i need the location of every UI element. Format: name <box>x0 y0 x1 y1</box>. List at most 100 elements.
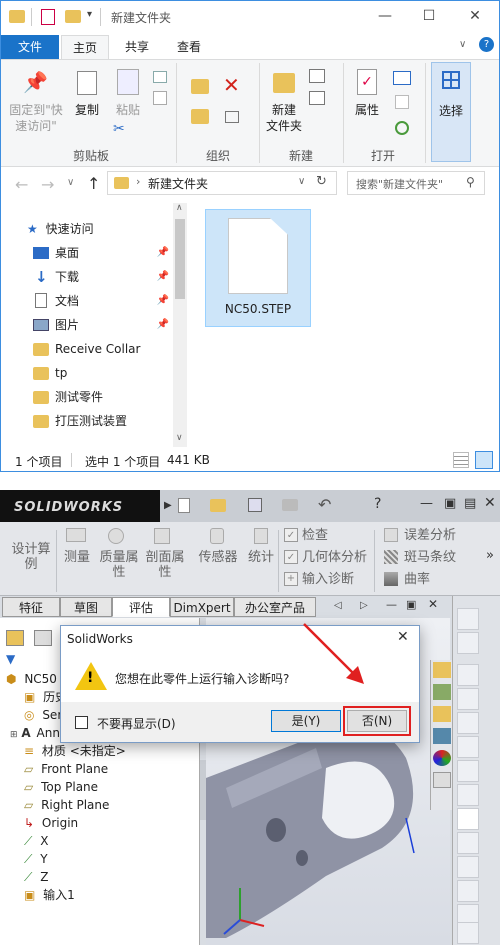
tree-item-y[interactable]: ⟋ Y <box>24 850 48 868</box>
section-properties-button[interactable]: 剖面属 性 <box>144 550 186 580</box>
line-icon[interactable] <box>457 664 479 686</box>
tab-home[interactable]: 主页 <box>61 35 109 59</box>
view-palette-icon[interactable] <box>433 728 451 744</box>
file-item[interactable]: NC50.STEP <box>205 209 311 327</box>
nav-item-receive-collar[interactable]: Receive Collar <box>33 337 173 361</box>
measure-button[interactable]: 测量 <box>60 550 94 565</box>
nav-item-documents[interactable]: 文档 📌 <box>33 289 169 313</box>
file-explorer-icon[interactable] <box>433 706 451 722</box>
point-icon[interactable] <box>457 880 479 902</box>
nav-item-pictures[interactable]: 图片 📌 <box>33 313 169 337</box>
nav-scrollbar[interactable]: ∧ ∨ <box>173 203 187 447</box>
tag-icon[interactable] <box>457 632 479 654</box>
cut-icon[interactable]: ✂ <box>113 121 125 137</box>
quick-access-dropdown[interactable]: ▾ <box>87 9 92 20</box>
sw-minimize-button[interactable]: — <box>420 496 433 511</box>
tree-item-z[interactable]: ⟋ Z <box>24 868 48 886</box>
help-icon[interactable]: ? <box>374 496 381 512</box>
scroll-thumb[interactable] <box>175 219 185 299</box>
large-icons-view-icon[interactable] <box>475 451 493 469</box>
tab-features[interactable]: 特征 <box>2 597 60 617</box>
geometry-analysis-button[interactable]: 几何体分析 <box>302 550 367 565</box>
tab-evaluate[interactable]: 评估 <box>112 597 170 617</box>
minimize-button[interactable]: — <box>363 1 407 33</box>
feature-tree-tab-icon[interactable] <box>6 630 24 646</box>
home-icon[interactable] <box>433 662 451 678</box>
statistics-button[interactable]: 统计 <box>244 550 278 565</box>
up-button[interactable]: ↑ <box>87 174 100 193</box>
circle-icon[interactable] <box>457 736 479 758</box>
tab-view[interactable]: 查看 <box>165 35 213 59</box>
polygon-icon[interactable] <box>457 856 479 878</box>
copy-path-icon[interactable] <box>153 71 167 83</box>
recent-dropdown[interactable]: ∨ <box>67 177 74 188</box>
dont-show-again-label[interactable]: 不要再显示(D) <box>97 715 176 732</box>
no-button-face[interactable]: 否(N) <box>347 710 407 732</box>
nav-item-tp[interactable]: tp <box>33 361 173 385</box>
properties-button[interactable]: 属性 <box>349 102 385 118</box>
paste-shortcut-icon[interactable] <box>153 91 167 105</box>
tree-root[interactable]: ⬢ NC50 <box>6 670 57 688</box>
scroll-up-arrow[interactable]: ∧ <box>176 203 183 213</box>
tree-item-top-plane[interactable]: ▱ Top Plane <box>24 778 98 796</box>
dont-show-again-checkbox[interactable] <box>75 716 88 729</box>
deviation-analysis-button[interactable]: 误差分析 <box>404 528 456 543</box>
appearance-icon[interactable] <box>433 750 451 766</box>
tab-sketch[interactable]: 草图 <box>60 597 112 617</box>
address-dropdown[interactable]: ∨ <box>298 176 305 187</box>
zebra-stripes-button[interactable]: 斑马条纹 <box>404 550 456 565</box>
details-view-icon[interactable] <box>453 452 469 468</box>
design-study-button[interactable]: 设计算 例 <box>6 542 56 572</box>
fillet-icon[interactable] <box>457 832 479 854</box>
arc-icon[interactable] <box>457 760 479 782</box>
tab-dimxpert[interactable]: DimXpert <box>170 597 234 617</box>
smart-dimension-icon[interactable] <box>457 608 479 630</box>
rectangle-icon[interactable] <box>457 688 479 710</box>
tab-scroll-left[interactable]: ◁ <box>334 600 342 611</box>
tree-item-origin[interactable]: ↳ Origin <box>24 814 78 832</box>
property-tab-icon[interactable] <box>34 630 52 646</box>
doc-close[interactable]: ✕ <box>428 597 438 611</box>
ellipse-icon[interactable] <box>457 808 479 830</box>
paste-button[interactable]: 粘贴 <box>109 102 147 118</box>
tab-share[interactable]: 共享 <box>113 35 161 59</box>
rename-icon[interactable] <box>225 111 239 123</box>
back-button[interactable]: ← <box>15 175 28 194</box>
scroll-down-arrow[interactable]: ∨ <box>176 433 183 443</box>
text-icon[interactable] <box>457 922 479 944</box>
tree-item-material[interactable]: ≡ 材质 <未指定> <box>24 742 126 760</box>
sw-tile-button[interactable]: ▤ <box>464 496 476 511</box>
copy-to-icon[interactable] <box>191 109 209 124</box>
history-icon[interactable] <box>395 121 409 135</box>
help-icon[interactable]: ? <box>479 37 494 52</box>
sw-close-button[interactable]: ✕ <box>484 495 496 511</box>
copy-button[interactable]: 复制 <box>69 102 105 118</box>
library-icon[interactable] <box>433 684 451 700</box>
maximize-button[interactable]: ☐ <box>407 1 451 33</box>
yes-button[interactable]: 是(Y) <box>271 710 341 732</box>
open-folder-icon[interactable] <box>210 499 226 512</box>
new-folder-quick-icon[interactable] <box>65 10 81 23</box>
tab-office-products[interactable]: 办公室产品 <box>234 597 316 617</box>
filter-icon[interactable]: ▼ <box>6 652 15 666</box>
nav-item-test-parts[interactable]: 测试零件 <box>33 385 173 409</box>
close-button[interactable]: ✕ <box>453 1 497 33</box>
more-commands-icon[interactable]: » <box>486 548 494 563</box>
no-button[interactable]: 否(N) <box>343 706 411 736</box>
properties-quick-icon[interactable] <box>41 9 55 25</box>
delete-icon[interactable]: ✕ <box>223 73 240 97</box>
nav-item-pressure-test-rig[interactable]: 打压测试装置 <box>33 409 173 433</box>
save-icon[interactable] <box>248 498 262 512</box>
move-to-icon[interactable] <box>191 79 209 94</box>
expand-icon[interactable]: ⊞ <box>10 730 18 740</box>
tree-item-annotations[interactable]: ⊞ A Ann <box>10 724 60 742</box>
curvature-button[interactable]: 曲率 <box>404 572 430 587</box>
sw-restore-button[interactable]: ▣ <box>444 496 456 511</box>
edit-icon[interactable] <box>395 95 409 109</box>
tree-item-sensors[interactable]: ◎ Ser <box>24 706 62 724</box>
pin-to-quick-access-button[interactable]: 固定到"快 速访问" <box>3 102 69 134</box>
nav-quick-access[interactable]: ★ 快速访问 <box>27 217 177 241</box>
tree-item-import1[interactable]: ▣ 输入1 <box>24 886 75 904</box>
new-folder-button[interactable]: 新建 文件夹 <box>261 102 307 134</box>
tree-item-x[interactable]: ⟋ X <box>24 832 48 850</box>
